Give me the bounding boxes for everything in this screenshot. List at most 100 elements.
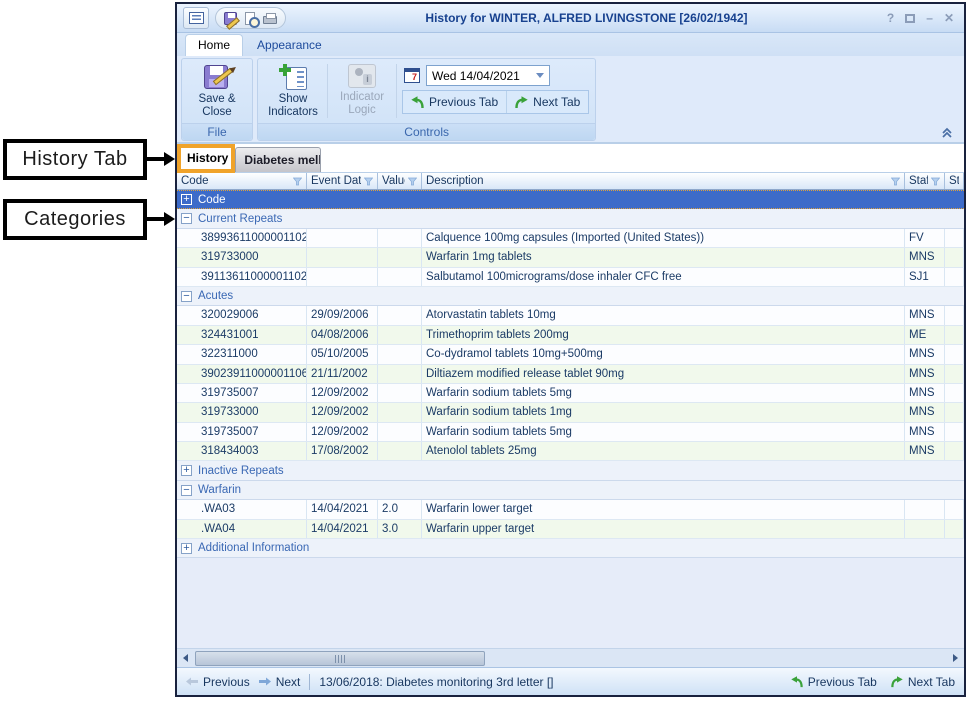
cell: 39113611000001102 [177,268,307,286]
cell [378,384,422,402]
calendar-icon[interactable] [404,68,420,83]
table-row[interactable]: 319733000Warfarin 1mg tabletsMNS [177,248,964,267]
category-row-inactive-repeats[interactable]: + Inactive Repeats [177,461,964,480]
cell [945,500,964,518]
previous-tab-button[interactable]: Previous Tab [403,91,506,113]
cell: 39023911000001106 [177,365,307,383]
restore-icon[interactable] [905,14,915,23]
table-row[interactable]: .WA0314/04/20212.0Warfarin lower target [177,500,964,519]
cell: 04/08/2006 [307,326,378,344]
expand-icon[interactable]: + [181,465,192,476]
scroll-left-button[interactable] [178,650,193,666]
table-row[interactable]: 38993611000001102Calquence 100mg capsule… [177,229,964,248]
print-preview-icon[interactable] [245,12,255,25]
next-tab-label: Next Tab [908,675,955,689]
category-label: Current Repeats [198,213,282,225]
cell [378,423,422,441]
horizontal-scrollbar[interactable] [177,648,964,667]
category-row-current-repeats[interactable]: −Current Repeats [177,209,964,228]
cell [945,248,964,266]
minimize-icon[interactable]: – [926,12,933,24]
previous-tab-button-status[interactable]: Previous Tab [791,675,877,689]
indicator-logic-label: Indicator Logic [340,91,384,117]
table-row[interactable]: 31973500712/09/2002Warfarin sodium table… [177,384,964,403]
filter-icon[interactable] [888,177,900,186]
table-row[interactable]: 39113611000001102 Salbutamol 100microgram… [177,268,964,287]
category-row-acutes[interactable]: −Acutes [177,287,964,306]
save-close-button[interactable]: Save & Close [185,61,249,121]
collapse-icon[interactable]: − [181,213,192,224]
filter-icon[interactable] [361,177,373,186]
filter-icon[interactable] [928,177,940,186]
print-icon[interactable] [263,16,277,24]
group-caption-file: File [182,123,252,140]
table-empty-area [177,558,964,648]
collapse-ribbon-button[interactable] [940,125,954,139]
filter-icon[interactable] [405,177,417,186]
cell: .WA03 [177,500,307,518]
table-row[interactable]: .WA0414/04/20213.0Warfarin upper target [177,520,964,539]
column-header-code[interactable]: Code [177,173,307,189]
cell: 319735007 [177,423,307,441]
cell: Salbutamol 100micrograms/dose inhaler CF… [422,268,905,286]
cell [307,229,378,247]
cell: 320029006 [177,306,307,324]
cell: 324431001 [177,326,307,344]
expand-icon[interactable]: + [181,543,192,554]
table-body: +Code−Current Repeats38993611000001102Ca… [177,190,964,558]
cell: 14/04/2021 [307,520,378,538]
doc-tab-diabetes[interactable]: Diabetes melli... [235,147,321,172]
category-row-warfarin[interactable]: −Warfarin [177,481,964,500]
next-button[interactable]: Next [259,675,301,689]
expand-icon[interactable]: + [181,194,192,205]
next-tab-button-status[interactable]: Next Tab [891,675,955,689]
cell [378,403,422,421]
collapse-icon[interactable]: − [181,485,192,496]
annotation-history-tab: History Tab [3,139,147,180]
table-row[interactable]: 31973500712/09/2002Warfarin sodium table… [177,423,964,442]
save-close-icon [204,64,230,90]
cell: 17/08/2002 [307,442,378,460]
column-header-description[interactable]: Description [422,173,905,189]
column-label: Event Date [311,175,361,187]
close-icon[interactable]: ✕ [944,12,954,24]
dropdown-arrow-icon[interactable] [536,73,544,78]
table-row[interactable]: 32002900629/09/2006Atorvastatin tablets … [177,306,964,325]
table-header: Code Event Date ValueDescriptionStaff St... [177,173,964,190]
curved-arrow-left-icon [411,96,424,109]
show-indicators-label: Show Indicators [268,93,318,119]
scroll-right-button[interactable] [948,650,963,666]
date-field[interactable]: Wed 14/04/2021 [426,65,550,86]
menu-button[interactable] [183,7,209,29]
tab-appearance[interactable]: Appearance [245,35,334,56]
show-indicators-button[interactable]: Show Indicators [261,61,325,121]
next-tab-label: Next Tab [533,95,580,109]
category-row-code[interactable]: +Code [177,190,964,209]
ribbon-group-controls: Show Indicators Indicator Logic Wed 14/0… [257,58,596,141]
category-label: Inactive Repeats [198,465,284,477]
table-row[interactable]: 32231100005/10/2005Co-dydramol tablets 1… [177,345,964,364]
column-header-value[interactable]: Value [378,173,422,189]
table-row[interactable]: 3902391100000110621/11/2002Diltiazem mod… [177,365,964,384]
column-label: St... [949,175,959,187]
menu-icon [189,12,204,24]
table-row[interactable]: 32443100104/08/2006Trimethoprim tablets … [177,326,964,345]
table-row[interactable]: 31843400317/08/2002Atenolol tablets 25mg… [177,442,964,461]
filter-icon[interactable] [290,177,302,186]
column-header-event-date[interactable]: Event Date [307,173,378,189]
cell [378,229,422,247]
collapse-icon[interactable]: − [181,291,192,302]
table-row[interactable]: 31973300012/09/2002Warfarin sodium table… [177,403,964,422]
column-header-st[interactable]: St... [945,173,964,189]
doc-tab-history[interactable]: History [181,144,235,172]
ribbon: Save & Close File Show Indicators Indica… [177,56,964,144]
scrollbar-thumb[interactable] [195,651,485,666]
previous-button[interactable]: Previous [186,675,250,689]
column-header-staff[interactable]: Staff [905,173,945,189]
help-icon[interactable]: ? [887,12,894,24]
next-tab-button[interactable]: Next Tab [506,91,588,113]
category-row-additional-information[interactable]: +Additional Information [177,539,964,558]
tab-home[interactable]: Home [185,34,243,56]
save-icon[interactable] [224,12,237,25]
cell: 3.0 [378,520,422,538]
